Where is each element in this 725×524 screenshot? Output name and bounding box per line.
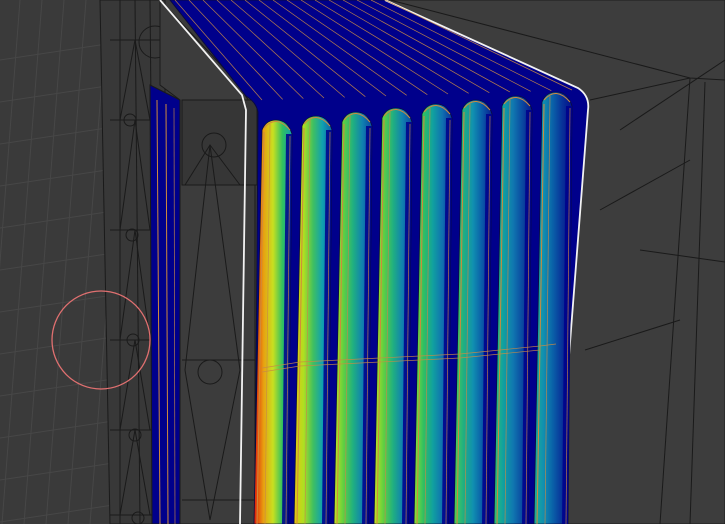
3d-viewport[interactable]	[0, 0, 725, 524]
viewport-canvas[interactable]	[0, 0, 725, 524]
side-strip	[149, 84, 181, 524]
